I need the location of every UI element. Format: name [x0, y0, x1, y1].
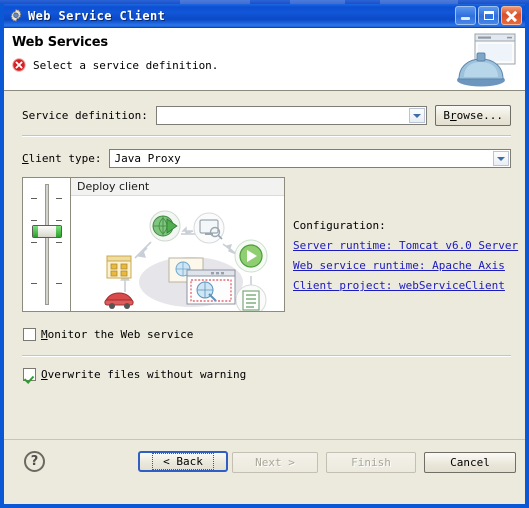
finish-button-label: Finish — [351, 456, 391, 469]
slider-tick — [56, 198, 62, 199]
overwrite-checkbox[interactable] — [23, 368, 36, 381]
maximize-icon — [484, 11, 494, 20]
web-service-runtime-link[interactable]: Web service runtime: Apache Axis — [293, 259, 518, 272]
chevron-down-icon[interactable] — [409, 108, 426, 123]
help-icon[interactable]: ? — [24, 451, 45, 472]
deployment-stage-slider[interactable] — [23, 178, 71, 311]
wizard-header: Web Services Select a service definition… — [4, 28, 525, 91]
close-icon — [502, 7, 521, 24]
deploy-client-diagram — [104, 210, 268, 311]
browse-button[interactable]: Br owse... — [435, 105, 511, 126]
maximize-button[interactable] — [478, 6, 499, 25]
next-button-label: Next > — [255, 456, 295, 469]
client-type-row: Client type: Java Proxy — [22, 149, 511, 168]
diagram-canvas — [71, 196, 284, 311]
slider-tick — [31, 242, 37, 243]
cancel-button[interactable]: Cancel — [424, 452, 516, 473]
client-type-label: Client type: — [22, 152, 102, 165]
gear-icon — [8, 8, 24, 24]
service-definition-combo[interactable] — [155, 106, 428, 125]
back-button-label: < Back — [152, 453, 214, 470]
status-message-text: Select a service definition. — [33, 58, 219, 72]
next-button: Next > — [232, 452, 318, 473]
divider-bottom — [22, 355, 511, 357]
wizard-footer: ? < Back Next > Finish Cancel — [4, 439, 525, 484]
diagram-area: Deploy client — [71, 178, 284, 311]
slider-tick — [31, 198, 37, 199]
slider-thumb[interactable] — [31, 225, 62, 238]
slider-tick — [31, 283, 37, 284]
overwrite-checkbox-label: Overwrite files without warning — [41, 368, 247, 381]
monitor-checkbox[interactable] — [23, 328, 36, 341]
slider-track[interactable] — [44, 184, 49, 305]
configuration-block: Configuration: Server runtime: Tomcat v6… — [293, 219, 518, 299]
client-project-link[interactable]: Client project: webServiceClient — [293, 279, 518, 292]
window-title: Web Service Client — [28, 8, 166, 23]
error-icon — [12, 58, 26, 72]
slider-tick — [56, 220, 62, 221]
finish-button: Finish — [326, 452, 416, 473]
diagram-title: Deploy client — [71, 178, 284, 196]
deployment-graphic-panel: Deploy client — [22, 177, 285, 312]
close-button[interactable] — [501, 6, 522, 25]
client-type-combo[interactable]: Java Proxy — [109, 149, 511, 168]
car-icon — [104, 292, 134, 309]
web-service-client-wizard: Web Service Client Web Services Select a… — [0, 0, 529, 508]
minimize-button[interactable] — [455, 6, 476, 25]
minimize-icon — [461, 17, 470, 20]
overwrite-checkbox-row[interactable]: Overwrite files without warning — [23, 368, 246, 381]
configuration-title: Configuration: — [293, 219, 386, 232]
monitor-checkbox-row[interactable]: Monitor the Web service — [23, 328, 193, 341]
slider-tick — [56, 242, 62, 243]
service-definition-row: Service definition: Br owse... — [22, 105, 511, 126]
server-runtime-link[interactable]: Server runtime: Tomcat v6.0 Server — [293, 239, 518, 252]
slider-tick — [31, 220, 37, 221]
chevron-down-icon[interactable] — [493, 151, 509, 166]
browse-button-prefix: B — [443, 109, 451, 122]
service-definition-label: Service definition: — [22, 109, 148, 122]
wizard-body: Service definition: Br owse... Client typ… — [4, 91, 525, 439]
slider-tick — [56, 283, 62, 284]
page-title: Web Services — [12, 35, 108, 50]
back-button[interactable]: < Back — [138, 451, 228, 472]
client-type-value: Java Proxy — [114, 152, 181, 165]
window-controls — [455, 6, 522, 25]
browse-button-suffix: owse... — [456, 109, 503, 122]
browse-button-mnemonic: r — [450, 109, 457, 122]
dialog-window: Web Service Client Web Services Select a… — [0, 4, 529, 508]
divider-top — [22, 135, 511, 137]
monitor-checkbox-label: Monitor the Web service — [41, 328, 194, 341]
web-service-server-icon — [455, 32, 517, 88]
title-bar[interactable]: Web Service Client — [4, 4, 525, 28]
cancel-button-label: Cancel — [450, 456, 490, 469]
status-message: Select a service definition. — [12, 58, 525, 72]
